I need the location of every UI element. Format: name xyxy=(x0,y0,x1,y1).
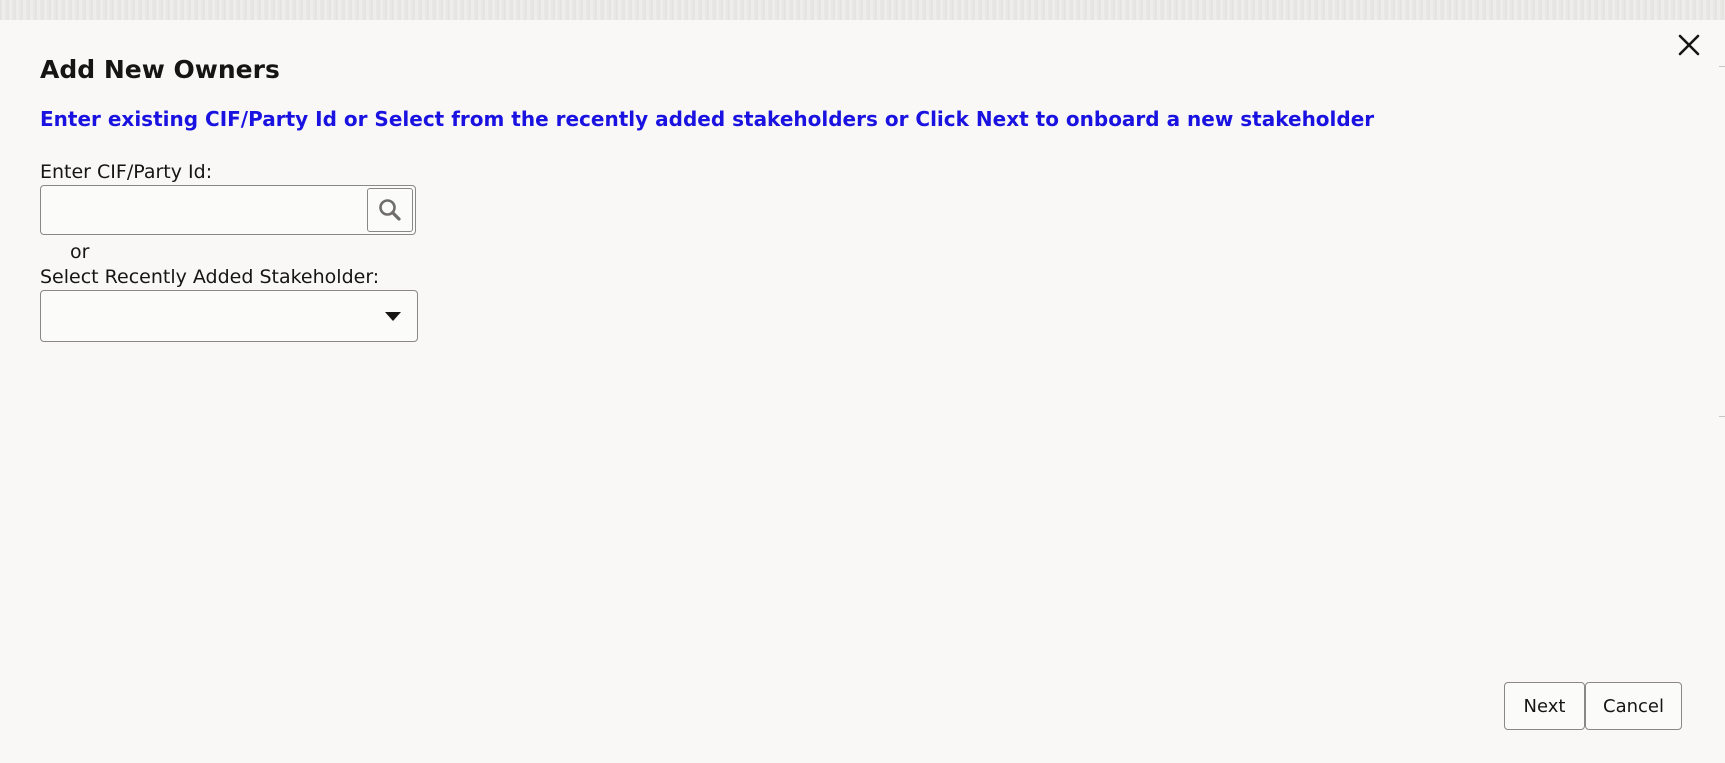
search-icon xyxy=(379,199,401,221)
search-button[interactable] xyxy=(367,188,413,232)
close-icon xyxy=(1678,34,1700,56)
stakeholder-label: Select Recently Added Stakeholder: xyxy=(40,266,380,288)
next-button[interactable]: Next xyxy=(1504,682,1585,730)
stakeholder-select[interactable] xyxy=(40,290,418,342)
cif-party-id-field xyxy=(40,185,416,235)
cancel-button[interactable]: Cancel xyxy=(1585,682,1682,730)
page-background-strip xyxy=(0,0,1725,20)
edge-divider xyxy=(1719,416,1725,417)
or-separator: or xyxy=(70,241,90,263)
close-button[interactable] xyxy=(1674,30,1704,60)
instruction-text: Enter existing CIF/Party Id or Select fr… xyxy=(40,107,1375,131)
cif-party-id-label: Enter CIF/Party Id: xyxy=(40,161,213,183)
dialog-title: Add New Owners xyxy=(40,55,280,84)
cif-party-id-input[interactable] xyxy=(41,186,361,234)
caret-down-icon xyxy=(385,312,401,321)
edge-divider xyxy=(1719,66,1725,67)
